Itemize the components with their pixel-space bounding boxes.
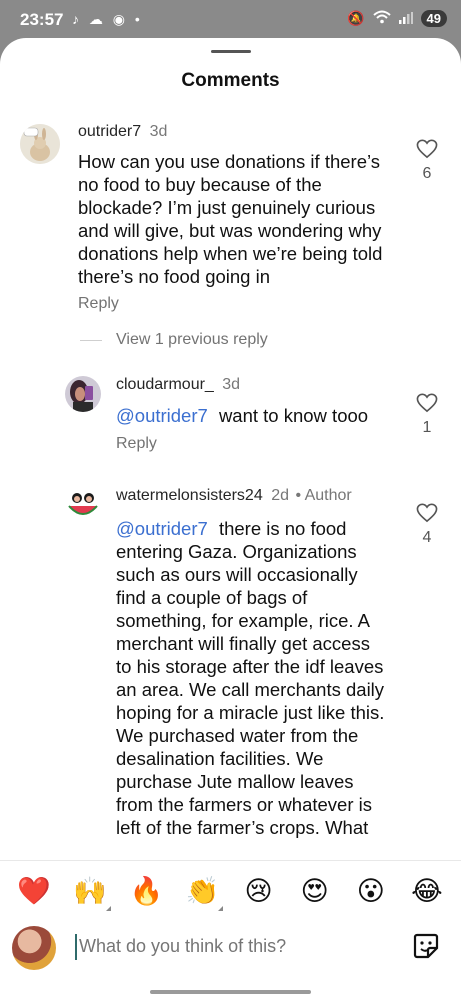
sticker-icon[interactable] bbox=[412, 932, 440, 965]
mention-link[interactable]: @outrider7 bbox=[116, 518, 208, 539]
home-indicator bbox=[150, 990, 311, 994]
like-control[interactable]: 1 bbox=[412, 393, 442, 437]
emoji-heart-eyes[interactable]: 😍 bbox=[295, 878, 335, 905]
like-control[interactable]: 6 bbox=[412, 139, 442, 183]
emoji-surprised[interactable]: 😮 bbox=[351, 878, 391, 905]
emoji-clapping-glyph: 👏 bbox=[185, 876, 220, 906]
avatar[interactable] bbox=[66, 488, 100, 522]
like-count: 1 bbox=[422, 419, 432, 436]
status-bar: 23:57 ♪ ☁ ◉ • 🔕 49 bbox=[0, 0, 461, 40]
heart-icon[interactable] bbox=[416, 139, 438, 159]
emoji-reaction-bar: ❤️ 🙌 🔥 👏 😢 😍 😮 😂 bbox=[0, 860, 461, 922]
mute-icon: 🔕 bbox=[347, 10, 365, 26]
username[interactable]: cloudarmour_ bbox=[116, 376, 214, 393]
mention-link[interactable]: @outrider7 bbox=[116, 405, 208, 426]
comment-text-body: want to know tooo bbox=[218, 405, 369, 426]
comment-text-body: there is no food entering Gaza. Organiza… bbox=[116, 518, 385, 838]
like-control[interactable]: 4 bbox=[412, 503, 442, 547]
comment-header: outrider7 3d bbox=[78, 123, 167, 141]
status-time: 23:57 bbox=[20, 10, 64, 29]
notification-icons: ♪ ☁ ◉ • bbox=[72, 11, 143, 27]
author-badge: • Author bbox=[295, 487, 352, 504]
avatar[interactable] bbox=[20, 124, 60, 164]
view-previous-replies[interactable]: View 1 previous reply bbox=[80, 331, 268, 349]
status-right: 🔕 49 bbox=[347, 10, 447, 27]
like-count: 4 bbox=[422, 529, 432, 546]
sheet-title: Comments bbox=[181, 70, 280, 91]
like-count: 6 bbox=[422, 165, 432, 182]
username[interactable]: watermelonsisters24 bbox=[116, 487, 263, 504]
comments-sheet: Comments outrider7 3d How can you use do… bbox=[0, 38, 461, 1000]
view-previous-label[interactable]: View 1 previous reply bbox=[116, 331, 268, 349]
username[interactable]: outrider7 bbox=[78, 123, 141, 140]
timestamp: 3d bbox=[222, 376, 241, 393]
text-cursor bbox=[75, 934, 77, 960]
heart-icon[interactable] bbox=[416, 393, 438, 413]
comment-text: @outrider7 there is no food entering Gaz… bbox=[116, 517, 388, 860]
variant-indicator bbox=[106, 906, 112, 911]
emoji-heart[interactable]: ❤️ bbox=[14, 878, 54, 905]
battery-indicator: 49 bbox=[420, 10, 447, 27]
reply-button[interactable]: Reply bbox=[78, 295, 119, 313]
comment-header: watermelonsisters24 2d • Author bbox=[116, 487, 352, 505]
comment-header: cloudarmour_ 3d bbox=[116, 376, 240, 394]
emoji-fire[interactable]: 🔥 bbox=[126, 878, 166, 905]
current-user-avatar bbox=[12, 926, 56, 970]
heart-icon[interactable] bbox=[416, 503, 438, 523]
emoji-crying[interactable]: 😢 bbox=[239, 878, 279, 905]
emoji-raised-hands[interactable]: 🙌 bbox=[70, 876, 112, 911]
reply-button[interactable]: Reply bbox=[116, 435, 157, 453]
variant-indicator bbox=[218, 906, 224, 911]
comment-input[interactable] bbox=[79, 936, 311, 957]
emoji-clapping[interactable]: 👏 bbox=[182, 876, 224, 911]
comment-composer bbox=[0, 922, 461, 982]
wifi-icon bbox=[372, 10, 391, 27]
avatar[interactable] bbox=[65, 376, 101, 412]
watermelon-avatar-image bbox=[66, 488, 100, 522]
timestamp: 2d bbox=[271, 487, 289, 504]
signal-icon bbox=[398, 11, 413, 27]
drag-handle[interactable] bbox=[211, 50, 251, 53]
emoji-raised-hands-glyph: 🙌 bbox=[73, 876, 107, 906]
timestamp: 3d bbox=[149, 123, 168, 140]
divider-line bbox=[80, 339, 102, 341]
emoji-laughing[interactable]: 😂 bbox=[407, 878, 447, 905]
rabbit-avatar-image bbox=[20, 124, 60, 164]
comment-text: @outrider7 want to know tooo bbox=[116, 404, 406, 427]
comment-text: How can you use donations if there’s no … bbox=[78, 151, 383, 287]
user-avatar-image bbox=[65, 376, 101, 412]
